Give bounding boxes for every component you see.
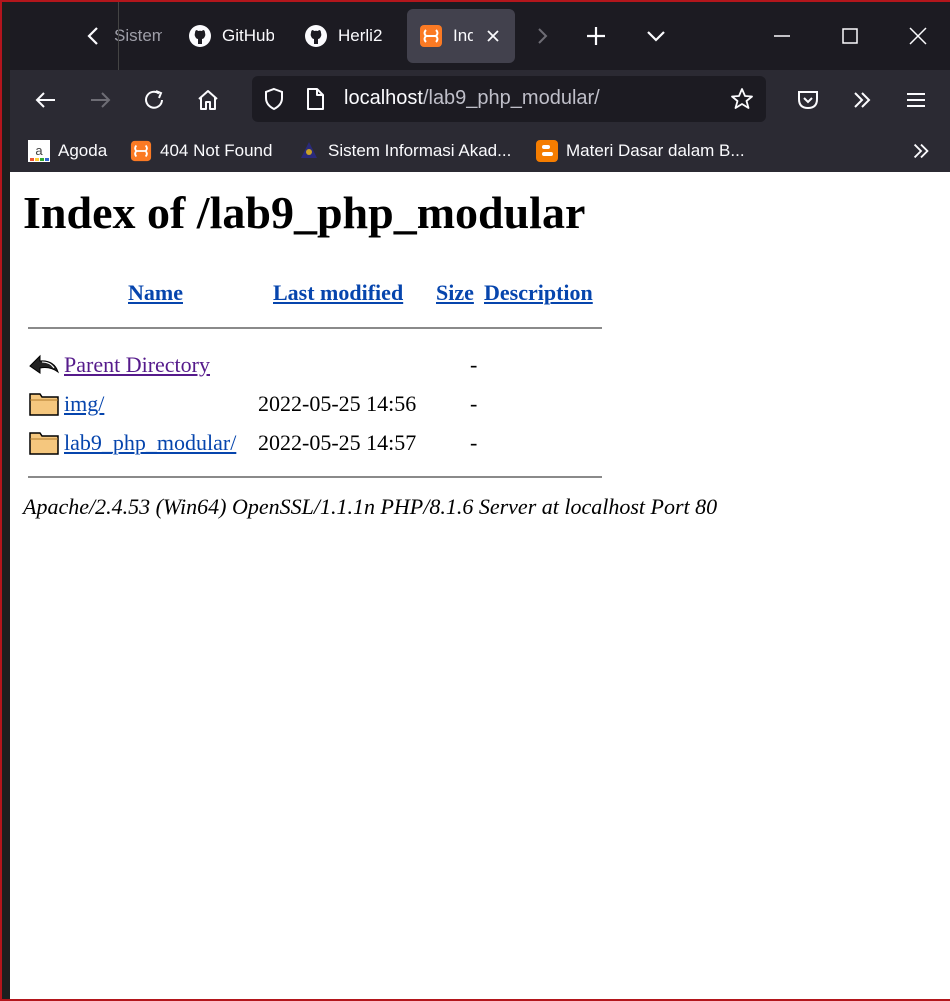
tab-label: GitHub <box>222 26 274 45</box>
svg-text:a: a <box>35 143 43 158</box>
university-logo-icon <box>301 142 317 158</box>
back-arrow-icon <box>29 354 59 374</box>
forward-arrow-icon[interactable] <box>80 80 120 120</box>
blogger-icon <box>536 140 558 162</box>
close-tab-icon[interactable] <box>485 28 501 44</box>
tab-label: Herli2 <box>338 26 383 45</box>
navigation-bar: localhost/lab9_php_modular/ <box>10 70 950 130</box>
folder-link-lab9[interactable]: lab9_php_modular/ <box>64 430 236 456</box>
row-size: - <box>470 391 478 416</box>
divider <box>28 327 602 329</box>
folder-icon <box>29 393 59 416</box>
table-row: lab9_php_modular/ 2022-05-25 14:57 - <box>28 426 628 458</box>
list-tabs-chevron-down-icon[interactable] <box>636 16 676 56</box>
browser-window: Sistem GitHub Herli2 Index of /lab9_php_… <box>0 0 950 1001</box>
home-icon[interactable] <box>188 80 228 120</box>
bookmark-label: Agoda <box>58 141 108 160</box>
shield-icon[interactable] <box>262 87 286 111</box>
row-date: 2022-05-25 14:56 <box>258 391 417 416</box>
url-host: localhost <box>344 87 423 109</box>
page-icon[interactable] <box>304 87 326 111</box>
tab-sistem[interactable]: Sistem <box>82 9 162 63</box>
page-content: Index of /lab9_php_modular Name Last mod… <box>10 172 950 999</box>
xampp-icon <box>420 25 442 47</box>
bookmarks-bar: a Agoda 404 Not Found Sistem Informasi A… <box>10 130 950 172</box>
table-row: img/ 2022-05-25 14:56 - <box>28 387 628 419</box>
bookmark-materi-dasar[interactable]: Materi Dasar dalam B... <box>536 138 745 164</box>
folder-icon <box>29 432 59 455</box>
row-size: - <box>470 430 478 455</box>
bookmark-sistem-informasi[interactable]: Sistem Informasi Akad... <box>298 138 511 164</box>
tab-github[interactable]: GitHub <box>188 9 274 63</box>
back-arrow-icon[interactable] <box>26 80 66 120</box>
parent-directory-link[interactable]: Parent Directory <box>64 352 210 378</box>
tab-label: Index of /lab9_php_modular <box>453 26 473 45</box>
pocket-icon[interactable] <box>788 80 828 120</box>
tab-index-active[interactable]: Index of /lab9_php_modular <box>407 9 515 63</box>
column-header-description[interactable]: Description <box>484 280 593 306</box>
scroll-tabs-right-icon[interactable] <box>522 16 562 56</box>
bookmark-404[interactable]: 404 Not Found <box>130 138 272 164</box>
new-tab-icon[interactable] <box>576 16 616 56</box>
bookmark-label: Materi Dasar dalam B... <box>566 141 745 160</box>
more-bookmarks-chevron-icon[interactable] <box>910 138 932 164</box>
divider <box>28 476 602 478</box>
bookmark-agoda[interactable]: a Agoda <box>28 138 107 164</box>
bookmark-label: Sistem Informasi Akad... <box>328 141 512 160</box>
close-window-icon[interactable] <box>898 16 938 56</box>
agoda-icon: a <box>28 140 50 162</box>
github-icon <box>305 25 327 47</box>
chevron-left-icon <box>87 27 98 45</box>
hamburger-menu-icon[interactable] <box>896 80 936 120</box>
left-edge <box>2 2 10 999</box>
folder-link-img[interactable]: img/ <box>64 391 104 417</box>
row-size: - <box>470 352 478 377</box>
url-text[interactable]: localhost/lab9_php_modular/ <box>344 87 600 110</box>
url-path: /lab9_php_modular/ <box>422 87 600 109</box>
xampp-icon <box>130 140 152 162</box>
more-tools-chevron-icon[interactable] <box>842 80 882 120</box>
table-row: Parent Directory - <box>28 348 628 380</box>
github-icon <box>189 25 211 47</box>
column-header-last-modified[interactable]: Last modified <box>273 280 403 306</box>
page-title: Index of /lab9_php_modular <box>23 187 586 238</box>
reload-icon[interactable] <box>134 80 174 120</box>
url-bar[interactable]: localhost/lab9_php_modular/ <box>252 76 766 122</box>
maximize-window-icon[interactable] <box>830 16 870 56</box>
tab-bar: Sistem GitHub Herli2 Index of /lab9_php_… <box>10 2 950 70</box>
minimize-window-icon[interactable] <box>762 16 802 56</box>
column-header-size[interactable]: Size <box>436 280 474 306</box>
bookmark-label: 404 Not Found <box>160 141 273 160</box>
column-header-name[interactable]: Name <box>128 280 183 306</box>
bookmark-star-icon[interactable] <box>730 87 754 111</box>
tab-herli[interactable]: Herli2 <box>304 9 390 63</box>
tab-label: Sistem <box>114 26 162 45</box>
server-signature: Apache/2.4.53 (Win64) OpenSSL/1.1.1n PHP… <box>23 494 718 519</box>
row-date: 2022-05-25 14:57 <box>258 430 417 455</box>
